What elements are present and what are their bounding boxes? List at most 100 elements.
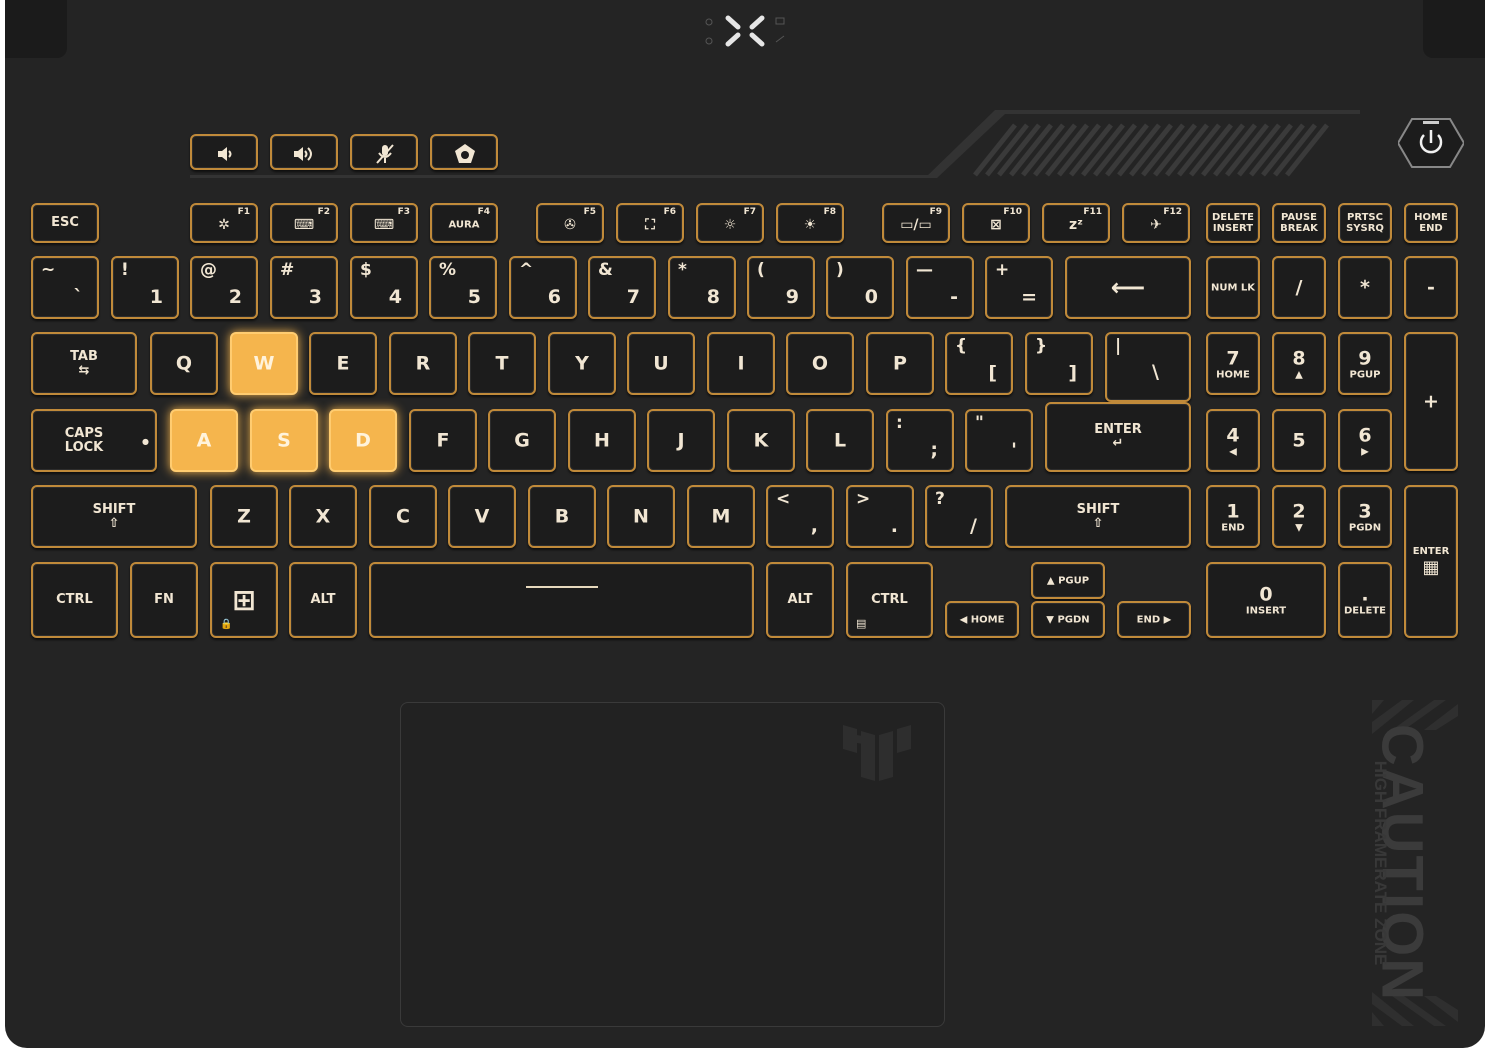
left-bracket-key[interactable]: {[ [945, 332, 1013, 395]
key-n[interactable]: N [607, 485, 675, 548]
numpad-4-key[interactable]: 4 ◀ [1206, 409, 1260, 472]
pause-key[interactable]: PAUSE BREAK [1272, 203, 1326, 243]
numpad-9-key[interactable]: 9 PGUP [1338, 332, 1392, 395]
numpad-7-key[interactable]: 7 HOME [1206, 332, 1260, 395]
numpad-2-key[interactable]: 2 ▼ [1272, 485, 1326, 548]
numpad-1-key[interactable]: 1 END [1206, 485, 1260, 548]
key-m[interactable]: M [687, 485, 755, 548]
home-end-key[interactable]: HOME END [1404, 203, 1458, 243]
right-ctrl-key[interactable]: CTRL ▤ [846, 562, 933, 638]
delete-key[interactable]: DELETE INSERT [1206, 203, 1260, 243]
comma-key[interactable]: <, [766, 485, 834, 548]
period-key[interactable]: >. [846, 485, 914, 548]
arrow-right-key[interactable]: END ▶ [1117, 601, 1191, 638]
key-l[interactable]: L [806, 409, 874, 472]
backspace-key[interactable]: ⟵ [1065, 256, 1191, 319]
key-8[interactable]: * 8 [668, 256, 736, 319]
key-g[interactable]: G [488, 409, 556, 472]
armoury-crate-key[interactable] [430, 134, 498, 170]
key-3[interactable]: #3 [270, 256, 338, 319]
arrow-left-key[interactable]: ◀ HOME [945, 601, 1019, 638]
key-w[interactable]: W [230, 332, 298, 395]
key-7[interactable]: & 7 [588, 256, 656, 319]
volume-up-key[interactable] [270, 134, 338, 170]
numpad-8-key[interactable]: 8 ▲ [1272, 332, 1326, 395]
f2-key[interactable]: F2 ⌨ [270, 203, 338, 243]
key-6[interactable]: ^ 6 [509, 256, 577, 319]
key-q[interactable]: Q [150, 332, 218, 395]
numpad-dot-key[interactable]: . DELETE [1338, 562, 1392, 638]
numpad-6-key[interactable]: 6 ▶ [1338, 409, 1392, 472]
left-ctrl-key[interactable]: CTRL [31, 562, 118, 638]
key-k[interactable]: K [727, 409, 795, 472]
numlock-key[interactable]: NUM LK [1206, 256, 1260, 319]
f9-key[interactable]: F9 ▭/▭ [882, 203, 950, 243]
backslash-key[interactable]: | \ [1105, 332, 1191, 402]
key-0[interactable]: ) 0 [826, 256, 894, 319]
key-j[interactable]: J [647, 409, 715, 472]
key-h[interactable]: H [568, 409, 636, 472]
key-u[interactable]: U [627, 332, 695, 395]
key-e[interactable]: E [309, 332, 377, 395]
key-c[interactable]: C [369, 485, 437, 548]
key-9[interactable]: (9 [747, 256, 815, 319]
key-v[interactable]: V [448, 485, 516, 548]
mic-mute-key[interactable] [350, 134, 418, 170]
f3-key[interactable]: F3 ⌨ [350, 203, 418, 243]
power-button[interactable] [1396, 117, 1466, 169]
tab-key[interactable]: TAB ⇆ [31, 332, 137, 395]
key-t[interactable]: T [468, 332, 536, 395]
key-y[interactable]: Y [548, 332, 616, 395]
f11-key[interactable]: F11 zᶻ [1042, 203, 1110, 243]
key-1[interactable]: ! 1 [111, 256, 179, 319]
f5-key[interactable]: F5 ✇ [536, 203, 604, 243]
key-5[interactable]: % 5 [429, 256, 497, 319]
f1-key[interactable]: F1 ✲ [190, 203, 258, 243]
windows-key[interactable]: ⊞ 🔒 [210, 562, 278, 638]
caps-lock-key[interactable]: CAPS LOCK ● [31, 409, 157, 472]
quote-key[interactable]: " ' [965, 409, 1033, 472]
minus-key[interactable]: — - [906, 256, 974, 319]
numpad-minus-key[interactable]: - [1404, 256, 1458, 319]
key-o[interactable]: O [786, 332, 854, 395]
key-s[interactable]: S [250, 409, 318, 472]
key-b[interactable]: B [528, 485, 596, 548]
key-r[interactable]: R [389, 332, 457, 395]
numpad-slash-key[interactable]: / [1272, 256, 1326, 319]
f12-key[interactable]: F12 ✈ [1122, 203, 1190, 243]
key-z[interactable]: Z [210, 485, 278, 548]
esc-key[interactable]: ESC [31, 203, 99, 243]
arrow-down-key[interactable]: ▼ PGDN [1031, 601, 1105, 638]
f4-key[interactable]: F4 AURA [430, 203, 498, 243]
right-alt-key[interactable]: ALT [766, 562, 834, 638]
key-p[interactable]: P [866, 332, 934, 395]
key-i[interactable]: I [707, 332, 775, 395]
numpad-5-key[interactable]: 5 [1272, 409, 1326, 472]
key-a[interactable]: A [170, 409, 238, 472]
right-shift-key[interactable]: SHIFT ⇧ [1005, 485, 1191, 548]
enter-key[interactable]: ENTER ↵ [1045, 402, 1191, 472]
key-4[interactable]: $4 [350, 256, 418, 319]
numpad-plus-key[interactable]: + [1404, 332, 1458, 471]
left-shift-key[interactable]: SHIFT ⇧ [31, 485, 197, 548]
f6-key[interactable]: F6 ⛶ [616, 203, 684, 243]
spacebar-key[interactable] [369, 562, 754, 638]
numpad-enter-key[interactable]: ENTER ▦ [1404, 485, 1458, 638]
numpad-0-key[interactable]: 0 INSERT [1206, 562, 1326, 638]
fn-key[interactable]: FN [130, 562, 198, 638]
numpad-star-key[interactable]: * [1338, 256, 1392, 319]
key-x[interactable]: X [289, 485, 357, 548]
semicolon-key[interactable]: :; [886, 409, 954, 472]
backtick-key[interactable]: ~ ` [31, 256, 99, 319]
prtsc-key[interactable]: PRTSC SYSRQ [1338, 203, 1392, 243]
arrow-up-key[interactable]: ▲ PGUP [1031, 562, 1105, 599]
volume-down-key[interactable] [190, 134, 258, 170]
left-alt-key[interactable]: ALT [289, 562, 357, 638]
f8-key[interactable]: F8 ☀ [776, 203, 844, 243]
key-f[interactable]: F [409, 409, 477, 472]
slash-key[interactable]: ? / [925, 485, 993, 548]
f7-key[interactable]: F7 ☼ [696, 203, 764, 243]
f10-key[interactable]: F10 ⊠ [962, 203, 1030, 243]
numpad-3-key[interactable]: 3 PGDN [1338, 485, 1392, 548]
equals-key[interactable]: + = [985, 256, 1053, 319]
